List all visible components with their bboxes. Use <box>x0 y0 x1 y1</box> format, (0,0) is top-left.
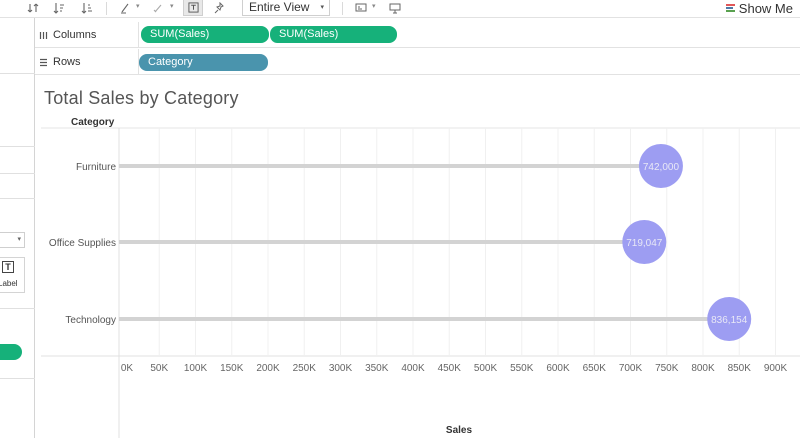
rows-label: Rows <box>53 56 81 68</box>
columns-pill-sum-sales-2[interactable]: SUM(Sales) <box>269 26 397 43</box>
x-tick-label: 500K <box>474 363 498 374</box>
rows-pill-category[interactable]: Category <box>139 54 268 71</box>
x-tick-label: 250K <box>293 363 317 374</box>
highlight-icon[interactable] <box>116 0 134 16</box>
x-tick-label: 300K <box>329 363 353 374</box>
x-tick-label: 450K <box>438 363 462 374</box>
swap-icon[interactable] <box>24 0 42 16</box>
category-label: Office Supplies <box>49 238 116 249</box>
x-tick-label: 350K <box>365 363 389 374</box>
show-me-label: Show Me <box>738 0 793 16</box>
x-tick-label: 150K <box>220 363 244 374</box>
chevron-down-icon: ▾ <box>17 236 21 243</box>
x-tick-label: 700K <box>619 363 643 374</box>
chart-title: Total Sales by Category <box>44 88 239 108</box>
show-me-icon <box>725 3 735 14</box>
x-tick-label: 900K <box>764 363 788 374</box>
rows-shelf-label: Rows <box>39 49 81 75</box>
x-tick-label: 600K <box>546 363 570 374</box>
x-tick-label: 550K <box>510 363 534 374</box>
marks-pane: ▾ T Label <box>0 18 35 438</box>
data-label: 742,000 <box>643 162 680 173</box>
marks-field-pill[interactable] <box>0 344 22 360</box>
x-tick-label: 400K <box>401 363 425 374</box>
highlight-dropdown-icon[interactable]: ▾ <box>136 2 140 10</box>
fit-view-select[interactable]: Entire View ▾ <box>242 0 330 16</box>
x-tick-label: 800K <box>691 363 715 374</box>
x-tick-label: 200K <box>256 363 280 374</box>
category-label: Furniture <box>76 162 116 173</box>
columns-pill-sum-sales-1[interactable]: SUM(Sales) <box>141 26 269 43</box>
show-mark-labels-button[interactable] <box>183 0 203 16</box>
category-label: Technology <box>65 315 116 326</box>
x-tick-label: 50K <box>150 363 168 374</box>
columns-shelf-label: Columns <box>39 22 96 48</box>
presentation-dropdown-icon[interactable]: ▾ <box>372 2 376 10</box>
label-icon: T <box>2 261 14 273</box>
sort-ascending-icon[interactable] <box>50 0 68 16</box>
bars: 742,000 719,047 836,154 <box>119 144 752 341</box>
gridlines <box>41 127 800 438</box>
category-labels: Furniture Office Supplies Technology <box>49 162 117 326</box>
chevron-down-icon: ▾ <box>320 4 324 11</box>
x-tick-label: 0K <box>121 363 134 374</box>
x-axis-ticks: 0K 50K 100K 150K 200K 250K 300K 350K 400K 450K 500… <box>121 363 788 374</box>
x-tick-label: 100K <box>184 363 208 374</box>
group-dropdown-icon[interactable]: ▾ <box>170 2 174 10</box>
row-header: Category <box>71 117 115 128</box>
columns-shelf: Columns SUM(Sales) SUM(Sales) <box>35 22 800 48</box>
mark-type-dropdown[interactable]: ▾ <box>0 232 25 248</box>
presentation-mode-icon[interactable] <box>352 0 370 16</box>
x-axis-title: Sales <box>446 425 473 436</box>
columns-label: Columns <box>53 29 97 41</box>
x-tick-label: 650K <box>583 363 607 374</box>
fit-view-value: Entire View <box>249 0 310 14</box>
group-members-icon[interactable] <box>148 0 166 16</box>
data-label: 836,154 <box>711 315 748 326</box>
device-preview-icon[interactable] <box>386 0 404 16</box>
toolbar: ▾ ▾ Entire View ▾ ▾ Show Me <box>0 0 800 18</box>
lollipop-chart: Category 742,000 719,047 836,154 Furniture… <box>41 117 800 438</box>
x-tick-label: 850K <box>728 363 752 374</box>
x-tick-label: 750K <box>655 363 679 374</box>
data-label: 719,047 <box>626 238 663 249</box>
rows-shelf: Rows Category <box>35 49 800 75</box>
label-card-button[interactable]: T Label <box>0 257 25 293</box>
label-card-text: Label <box>0 279 18 288</box>
pin-icon[interactable] <box>211 0 229 16</box>
show-me-button[interactable]: Show Me <box>725 0 793 16</box>
rows-icon <box>40 58 47 66</box>
sort-descending-icon[interactable] <box>78 0 96 16</box>
columns-icon <box>39 31 48 39</box>
